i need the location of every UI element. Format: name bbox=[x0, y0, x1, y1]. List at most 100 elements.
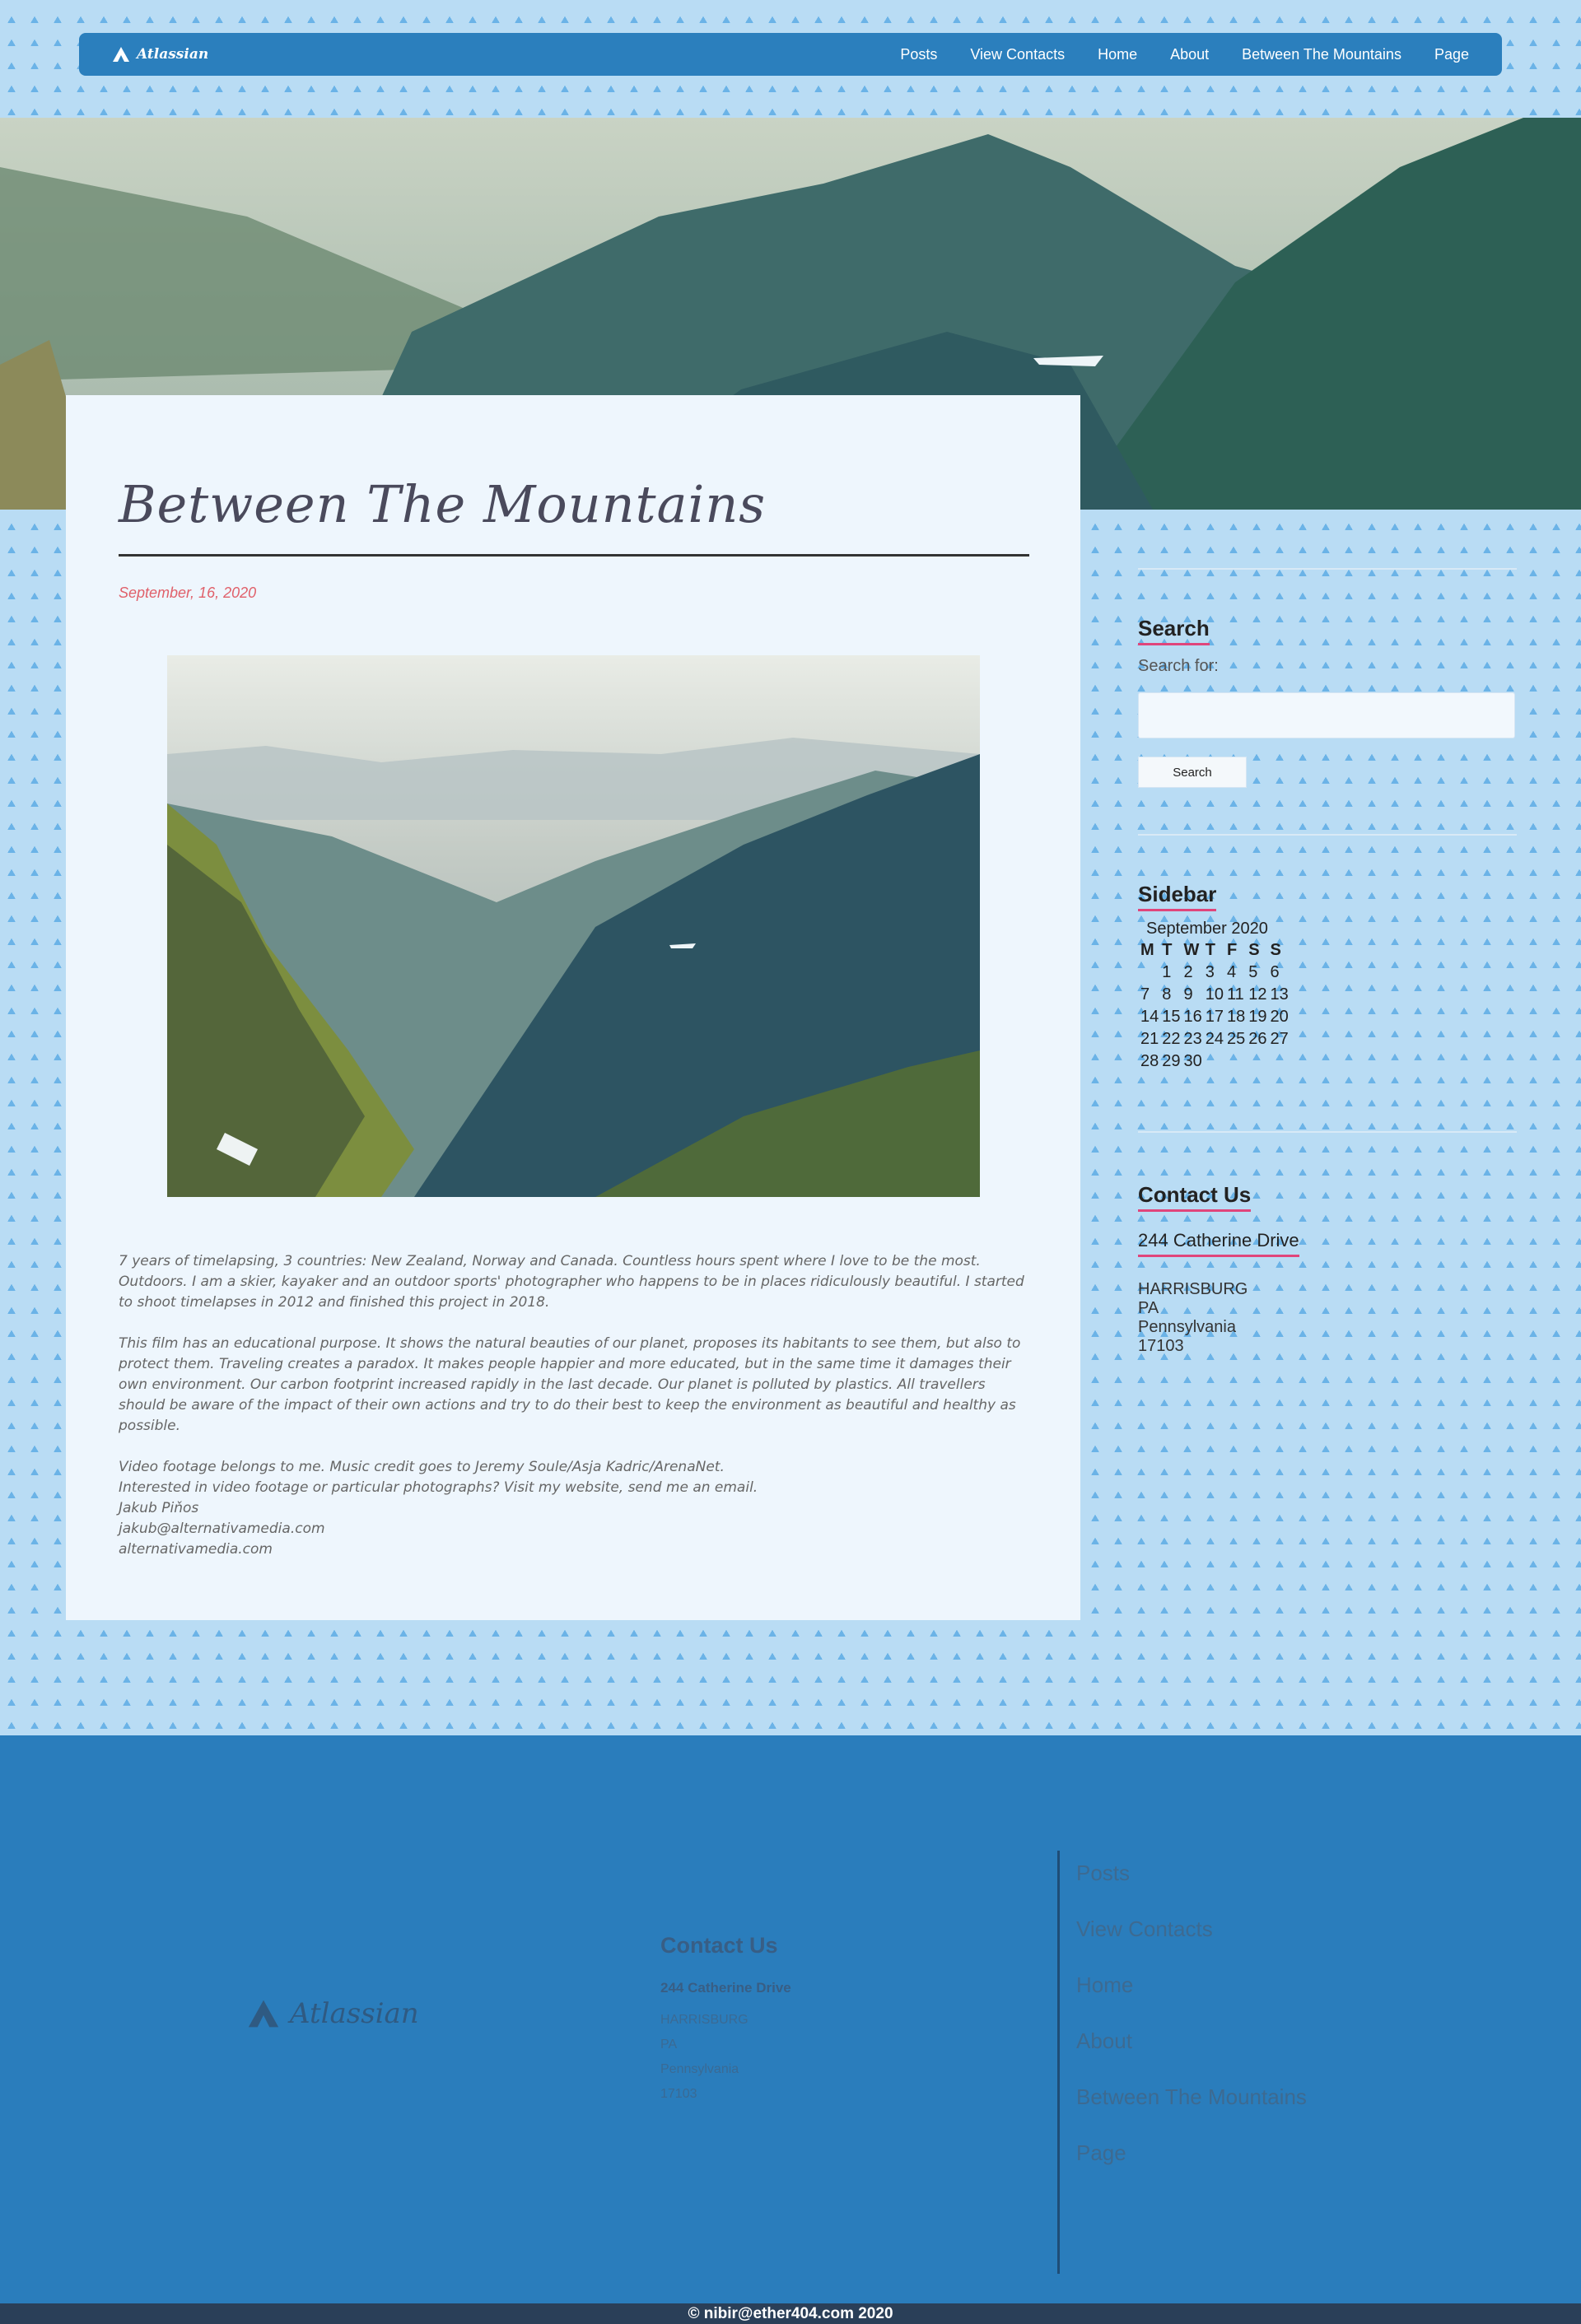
calendar-day-header: F bbox=[1227, 941, 1238, 959]
nav-link-posts[interactable]: Posts bbox=[900, 46, 937, 63]
calendar-day bbox=[1270, 1051, 1290, 1072]
calendar-day: 10 bbox=[1205, 985, 1224, 1004]
brand-name: Atlassian bbox=[137, 46, 209, 63]
calendar-day: 16 bbox=[1183, 1008, 1202, 1026]
calendar-day bbox=[1248, 1051, 1267, 1072]
brand-logo[interactable]: Atlassian bbox=[112, 46, 208, 63]
search-label: Search for: bbox=[1138, 657, 1219, 675]
nav-link-about[interactable]: About bbox=[1170, 46, 1209, 63]
footer-nav: Posts View Contacts Home About Between T… bbox=[1057, 1851, 1307, 2274]
calendar-caption: September 2020 bbox=[1146, 920, 1268, 938]
footer-contact-city: HARRISBURG bbox=[660, 2013, 749, 2027]
calendar-day: 24 bbox=[1205, 1030, 1224, 1048]
search-widget-title: Search bbox=[1138, 616, 1210, 645]
footer-contact-title: Contact Us bbox=[660, 1933, 778, 1958]
post-date[interactable]: September, 16, 2020 bbox=[119, 584, 1028, 602]
post-paragraph-1: 7 years of timelapsing, 3 countries: New… bbox=[119, 1253, 1024, 1311]
calendar-day: 29 bbox=[1162, 1052, 1181, 1070]
calendar-day-header: S bbox=[1248, 941, 1260, 959]
footer-brand-logo[interactable]: Atlassian bbox=[247, 1997, 419, 2030]
post-title: Between The Mountains bbox=[119, 474, 767, 534]
calendar-widget: Sidebar September 2020 M T W T F S S 1 2 bbox=[1138, 882, 1517, 1074]
calendar-day: 20 bbox=[1270, 1008, 1289, 1026]
nav-links: Posts View Contacts Home About Between T… bbox=[900, 46, 1469, 63]
contact-address: HARRISBURG PA Pennsylvania 17103 bbox=[1138, 1280, 1517, 1356]
calendar-day bbox=[1140, 962, 1159, 983]
contact-widget-title: Contact Us bbox=[1138, 1182, 1252, 1212]
footer-contact-state: Pennsylvania bbox=[660, 2062, 739, 2076]
footer-link-page[interactable]: Page bbox=[1076, 2140, 1307, 2169]
calendar-day: 1 bbox=[1162, 963, 1172, 981]
calendar-day: 12 bbox=[1248, 985, 1267, 1004]
calendar-day: 9 bbox=[1183, 985, 1193, 1004]
sidebar-divider bbox=[1138, 1131, 1517, 1133]
nav-link-home[interactable]: Home bbox=[1098, 46, 1137, 63]
credit-line: Video footage belongs to me. Music credi… bbox=[119, 1459, 725, 1475]
credit-line: Interested in video footage or particula… bbox=[119, 1479, 758, 1496]
post-body: 7 years of timelapsing, 3 countries: New… bbox=[119, 1251, 1033, 1581]
title-divider bbox=[119, 554, 1029, 557]
contact-state-code: PA bbox=[1138, 1299, 1159, 1317]
calendar-day: 19 bbox=[1248, 1008, 1267, 1026]
contact-state: Pennsylvania bbox=[1138, 1318, 1236, 1336]
nav-link-view-contacts[interactable]: View Contacts bbox=[970, 46, 1065, 63]
footer-link-home[interactable]: Home bbox=[1076, 1972, 1307, 2001]
contact-street: 244 Catherine Drive bbox=[1138, 1230, 1299, 1257]
contact-zip: 17103 bbox=[1138, 1337, 1184, 1355]
sidebar: Search Search for: Search Sidebar Septem… bbox=[1138, 568, 1517, 1356]
footer-brand-name: Atlassian bbox=[290, 1997, 419, 2030]
footer-link-about[interactable]: About bbox=[1076, 2028, 1307, 2057]
calendar-day: 25 bbox=[1227, 1030, 1246, 1048]
calendar-day-header: T bbox=[1205, 941, 1215, 959]
footer-link-posts[interactable]: Posts bbox=[1076, 1861, 1307, 1889]
top-navbar: Atlassian Posts View Contacts Home About… bbox=[79, 33, 1502, 76]
calendar-day-header: S bbox=[1270, 941, 1281, 959]
calendar-day: 23 bbox=[1183, 1030, 1202, 1048]
footer-link-between-the-mountains[interactable]: Between The Mountains bbox=[1076, 2084, 1307, 2113]
tent-logo-icon bbox=[248, 2000, 279, 2028]
search-widget: Search Search for: Search bbox=[1138, 616, 1517, 788]
footer-contact-street: 244 Catherine Drive bbox=[660, 1980, 791, 1996]
calendar-day: 21 bbox=[1140, 1030, 1159, 1048]
calendar-day: 26 bbox=[1248, 1030, 1267, 1048]
calendar-day-header: M bbox=[1140, 941, 1154, 959]
tent-logo-icon bbox=[113, 47, 129, 62]
credit-line: Jakub Piňos bbox=[119, 1500, 199, 1516]
contact-city: HARRISBURG bbox=[1138, 1280, 1248, 1298]
footer: Atlassian Contact Us 244 Catherine Drive… bbox=[0, 1735, 1581, 2303]
calendar-day: 3 bbox=[1205, 963, 1215, 981]
calendar-day: 7 bbox=[1140, 985, 1150, 1004]
sidebar-divider bbox=[1138, 568, 1517, 570]
footer-contact-state-code: PA bbox=[660, 2038, 678, 2052]
calendar-day: 6 bbox=[1270, 963, 1280, 981]
search-button[interactable]: Search bbox=[1138, 757, 1247, 788]
calendar-day-header: T bbox=[1162, 941, 1173, 959]
calendar-day: 22 bbox=[1162, 1030, 1181, 1048]
footer-contact: Contact Us 244 Catherine Drive HARRISBUR… bbox=[660, 1933, 791, 2102]
calendar-widget-title: Sidebar bbox=[1138, 882, 1217, 911]
calendar-day: 4 bbox=[1227, 963, 1237, 981]
post-featured-image bbox=[167, 655, 980, 1197]
calendar-day: 18 bbox=[1227, 1008, 1246, 1026]
sidebar-divider bbox=[1138, 834, 1517, 836]
nav-link-page[interactable]: Page bbox=[1434, 46, 1469, 63]
calendar-day-header: W bbox=[1183, 941, 1200, 959]
search-input[interactable] bbox=[1138, 692, 1515, 738]
credit-email-link[interactable]: jakub@alternativamedia.com bbox=[119, 1519, 1033, 1539]
calendar-day: 5 bbox=[1248, 963, 1258, 981]
footer-link-view-contacts[interactable]: View Contacts bbox=[1076, 1916, 1307, 1945]
calendar-day: 15 bbox=[1162, 1008, 1181, 1026]
calendar-day: 30 bbox=[1183, 1052, 1202, 1070]
calendar-day bbox=[1205, 1051, 1224, 1072]
calendar-day: 13 bbox=[1270, 985, 1289, 1004]
post-credits: Video footage belongs to me. Music credi… bbox=[119, 1457, 1033, 1560]
calendar-table: September 2020 M T W T F S S 1 2 3 4 5 6… bbox=[1138, 920, 1291, 1074]
nav-link-between-the-mountains[interactable]: Between The Mountains bbox=[1242, 46, 1401, 63]
post-card: Between The Mountains September, 16, 202… bbox=[66, 395, 1080, 1620]
credit-website-link[interactable]: alternativamedia.com bbox=[119, 1539, 1033, 1560]
footer-contact-zip: 17103 bbox=[660, 2087, 697, 2101]
calendar-day: 27 bbox=[1270, 1030, 1289, 1048]
calendar-day: 8 bbox=[1162, 985, 1172, 1004]
calendar-day: 11 bbox=[1227, 985, 1244, 1004]
calendar-day: 17 bbox=[1205, 1008, 1224, 1026]
